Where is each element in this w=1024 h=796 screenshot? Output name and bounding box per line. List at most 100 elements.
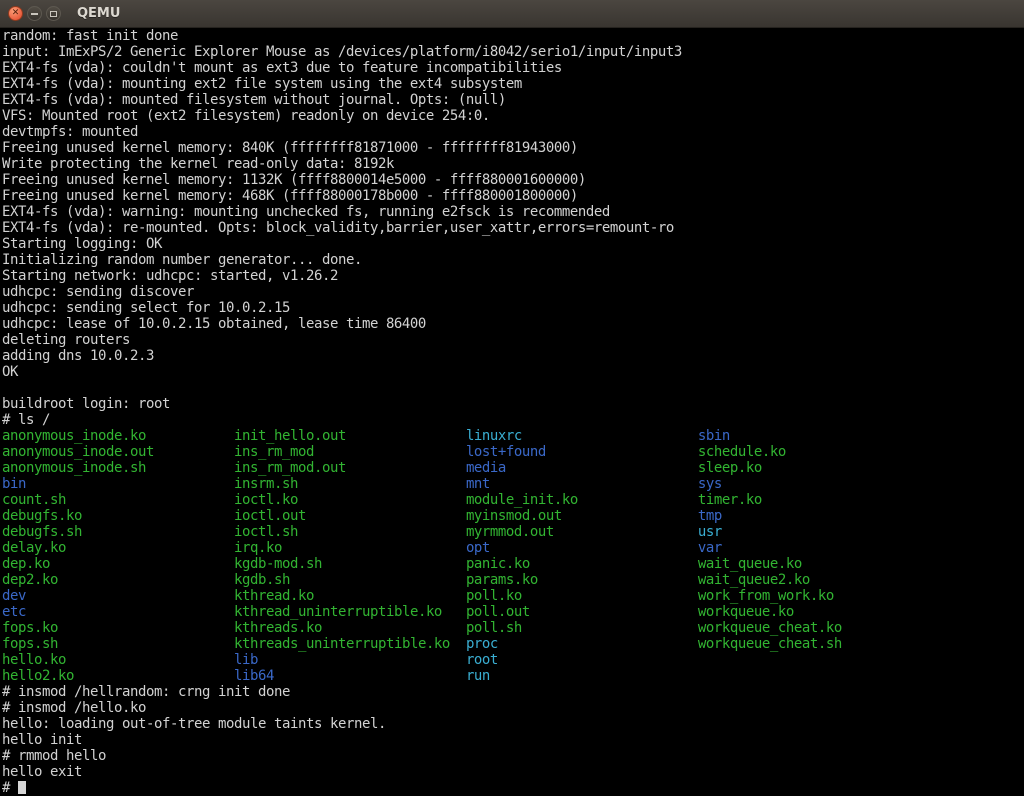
terminal-text: random: fast init done: [2, 28, 178, 44]
terminal-text: # rmmod hello: [2, 748, 106, 764]
ls-entry: linuxrc: [466, 428, 698, 444]
terminal-text: Initializing random number generator... …: [2, 252, 362, 268]
ls-entry: lib64: [234, 668, 466, 684]
maximize-icon: [50, 11, 57, 17]
terminal-text: udhcpc: lease of 10.0.2.15 obtained, lea…: [2, 316, 426, 332]
ls-entry: dep.ko: [2, 556, 234, 572]
ls-entry: proc: [466, 636, 698, 652]
ls-entry: anonymous_inode.ko: [2, 428, 234, 444]
terminal-text: EXT4-fs (vda): couldn't mount as ext3 du…: [2, 60, 562, 76]
ls-entry: kthreads.ko: [234, 620, 466, 636]
terminal-text: deleting routers: [2, 332, 130, 348]
ls-entry: ioctl.sh: [234, 524, 466, 540]
terminal-text: input: ImExPS/2 Generic Explorer Mouse a…: [2, 44, 682, 60]
terminal-line: udhcpc: lease of 10.0.2.15 obtained, lea…: [2, 316, 1024, 332]
ls-entry: delay.ko: [2, 540, 234, 556]
ls-output-row: delay.ko irq.ko opt var: [2, 540, 1024, 556]
ls-entry: anonymous_inode.sh: [2, 460, 234, 476]
ls-entry: wait_queue.ko: [698, 556, 802, 572]
terminal-text: buildroot login: root: [2, 396, 170, 412]
terminal-line: #: [2, 780, 1024, 796]
ls-entry: ioctl.out: [234, 508, 466, 524]
ls-entry: poll.sh: [466, 620, 698, 636]
terminal-line: VFS: Mounted root (ext2 filesystem) read…: [2, 108, 1024, 124]
terminal-line: deleting routers: [2, 332, 1024, 348]
titlebar[interactable]: ✕ QEMU: [0, 0, 1024, 28]
minimize-icon: [31, 13, 38, 15]
ls-entry: media: [466, 460, 698, 476]
terminal-line: # insmod /hello.ko: [2, 700, 1024, 716]
window-title: QEMU: [77, 6, 120, 21]
terminal-text: devtmpfs: mounted: [2, 124, 138, 140]
ls-entry: root: [466, 652, 498, 668]
ls-entry: wait_queue2.ko: [698, 572, 810, 588]
ls-entry: myinsmod.out: [466, 508, 698, 524]
ls-entry: workqueue_cheat.ko: [698, 620, 842, 636]
terminal-text: udhcpc: sending select for 10.0.2.15: [2, 300, 290, 316]
terminal-text: # ls /: [2, 412, 50, 428]
ls-output-row: hello2.ko lib64 run: [2, 668, 1024, 684]
terminal-line: [2, 380, 1024, 396]
terminal-line: adding dns 10.0.2.3: [2, 348, 1024, 364]
ls-entry: insrm.sh: [234, 476, 466, 492]
terminal-line: udhcpc: sending discover: [2, 284, 1024, 300]
ls-entry: kthread_uninterruptible.ko: [234, 604, 466, 620]
ls-entry: kthread.ko: [234, 588, 466, 604]
terminal-line: OK: [2, 364, 1024, 380]
terminal-line: # rmmod hello: [2, 748, 1024, 764]
ls-entry: panic.ko: [466, 556, 698, 572]
terminal-line: # insmod /hellrandom: crng init done: [2, 684, 1024, 700]
terminal-text: Starting network: udhcpc: started, v1.26…: [2, 268, 338, 284]
ls-output-row: hello.ko lib root: [2, 652, 1024, 668]
terminal-text: Freeing unused kernel memory: 468K (ffff…: [2, 188, 578, 204]
ls-entry: lib: [234, 652, 466, 668]
ls-output-row: count.sh ioctl.ko module_init.ko timer.k…: [2, 492, 1024, 508]
ls-output-row: fops.ko kthreads.ko poll.sh workqueue_ch…: [2, 620, 1024, 636]
ls-entry: ins_rm_mod.out: [234, 460, 466, 476]
terminal-line: Initializing random number generator... …: [2, 252, 1024, 268]
terminal-line: udhcpc: sending select for 10.0.2.15: [2, 300, 1024, 316]
terminal-line: input: ImExPS/2 Generic Explorer Mouse a…: [2, 44, 1024, 60]
ls-entry: sys: [698, 476, 722, 492]
terminal-line: EXT4-fs (vda): mounting ext2 file system…: [2, 76, 1024, 92]
ls-entry: etc: [2, 604, 234, 620]
ls-entry: opt: [466, 540, 698, 556]
terminal-text: udhcpc: sending discover: [2, 284, 194, 300]
ls-entry: schedule.ko: [698, 444, 786, 460]
maximize-button[interactable]: [46, 6, 61, 21]
ls-entry: anonymous_inode.out: [2, 444, 234, 460]
ls-output-row: anonymous_inode.ko init_hello.out linuxr…: [2, 428, 1024, 444]
ls-entry: sleep.ko: [698, 460, 762, 476]
terminal-line: Write protecting the kernel read-only da…: [2, 156, 1024, 172]
terminal-line: random: fast init done: [2, 28, 1024, 44]
terminal-text: Starting logging: OK: [2, 236, 162, 252]
terminal-text: Freeing unused kernel memory: 840K (ffff…: [2, 140, 578, 156]
minimize-button[interactable]: [27, 6, 42, 21]
ls-entry: hello.ko: [2, 652, 234, 668]
terminal-text: # insmod /hellrandom: crng init done: [2, 684, 290, 700]
ls-output-row: dev kthread.ko poll.ko work_from_work.ko: [2, 588, 1024, 604]
terminal-line: Freeing unused kernel memory: 840K (ffff…: [2, 140, 1024, 156]
ls-entry: workqueue_cheat.sh: [698, 636, 842, 652]
ls-entry: timer.ko: [698, 492, 762, 508]
ls-entry: sbin: [698, 428, 730, 444]
ls-entry: fops.sh: [2, 636, 234, 652]
ls-entry: ioctl.ko: [234, 492, 466, 508]
terminal-text: Freeing unused kernel memory: 1132K (fff…: [2, 172, 586, 188]
ls-entry: module_init.ko: [466, 492, 698, 508]
terminal[interactable]: random: fast init doneinput: ImExPS/2 Ge…: [0, 28, 1024, 796]
ls-entry: tmp: [698, 508, 722, 524]
ls-entry: usr: [698, 524, 722, 540]
terminal-text: EXT4-fs (vda): re-mounted. Opts: block_v…: [2, 220, 674, 236]
ls-entry: debugfs.ko: [2, 508, 234, 524]
terminal-line: Freeing unused kernel memory: 1132K (fff…: [2, 172, 1024, 188]
ls-entry: debugfs.sh: [2, 524, 234, 540]
terminal-line: EXT4-fs (vda): re-mounted. Opts: block_v…: [2, 220, 1024, 236]
close-button[interactable]: ✕: [8, 6, 23, 21]
terminal-text: EXT4-fs (vda): mounted filesystem withou…: [2, 92, 506, 108]
terminal-text: hello: loading out-of-tree module taints…: [2, 716, 386, 732]
terminal-line: Starting logging: OK: [2, 236, 1024, 252]
terminal-line: devtmpfs: mounted: [2, 124, 1024, 140]
qemu-window: ✕ QEMU random: fast init doneinput: ImEx…: [0, 0, 1024, 796]
ls-entry: fops.ko: [2, 620, 234, 636]
